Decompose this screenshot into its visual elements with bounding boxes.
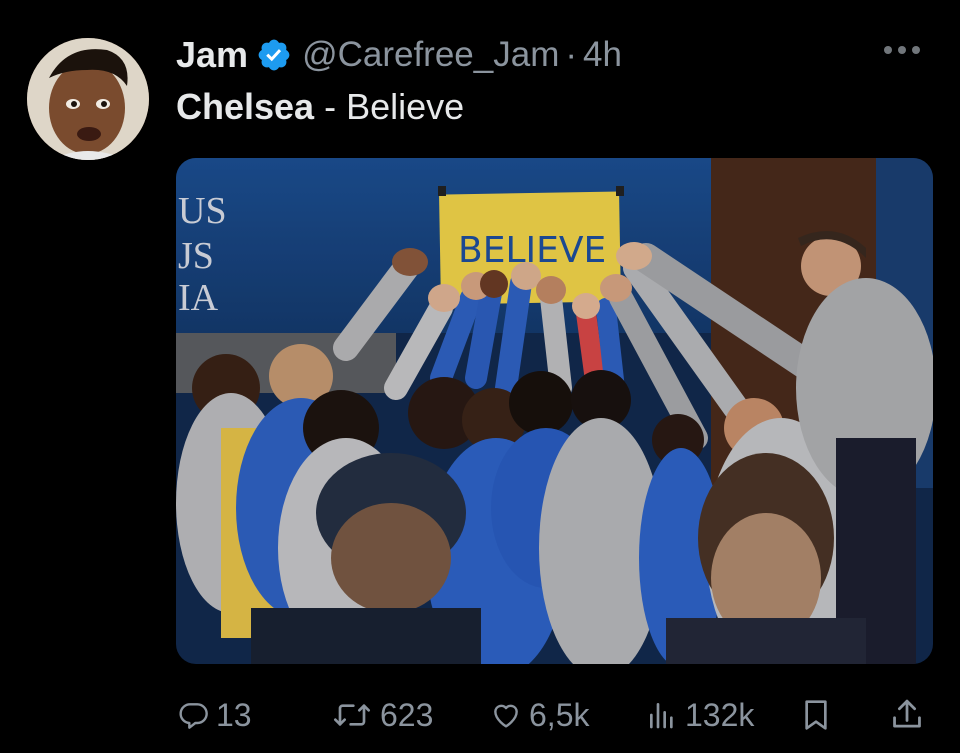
like-count: 6,5k	[529, 696, 590, 733]
retweet-button[interactable]: 623	[330, 690, 433, 740]
tweet-text: Chelsea - Believe	[176, 86, 464, 128]
reply-count: 13	[216, 696, 252, 733]
reply-button[interactable]: 13	[178, 690, 252, 740]
verified-badge-icon	[258, 39, 290, 71]
author-handle[interactable]: @Carefree_Jam	[302, 35, 559, 75]
tweet-media-image[interactable]: US JS IA BELIEVE	[176, 158, 933, 664]
views-bar-chart-icon	[650, 703, 673, 729]
tweet-timestamp[interactable]: 4h	[583, 35, 622, 75]
views-button[interactable]: 132k	[645, 690, 754, 740]
share-button[interactable]	[890, 690, 930, 740]
bookmark-button[interactable]	[800, 690, 838, 740]
reply-icon	[179, 703, 208, 729]
view-count: 132k	[685, 696, 755, 733]
team-huddle-photo: US JS IA BELIEVE	[176, 158, 933, 664]
bookmark-icon	[805, 700, 827, 730]
like-button[interactable]: 6,5k	[489, 690, 589, 740]
more-options-icon[interactable]	[884, 46, 920, 54]
separator-dot: ·	[565, 35, 578, 74]
avatar-image	[27, 38, 149, 160]
avatar[interactable]	[27, 38, 149, 160]
tweet-text-bold: Chelsea	[176, 86, 315, 127]
tweet-action-bar: 13 623 6,5k 132k	[0, 690, 960, 740]
tweet-text-rest: - Believe	[314, 86, 465, 127]
retweet-icon	[334, 704, 370, 726]
retweet-count: 623	[380, 696, 434, 733]
heart-icon	[494, 704, 518, 728]
tweet-header: Jam @Carefree_Jam · 4h	[176, 30, 622, 80]
author-name[interactable]: Jam	[176, 34, 248, 76]
share-icon	[893, 699, 921, 728]
